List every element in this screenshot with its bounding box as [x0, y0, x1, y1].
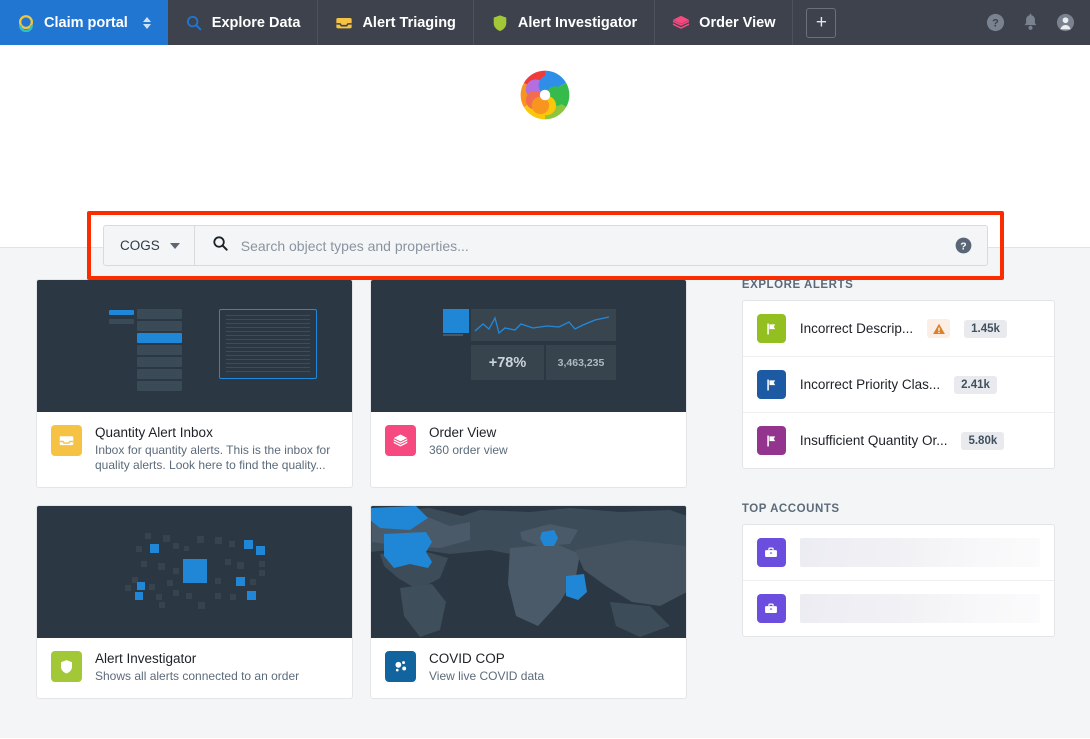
flag-icon: [756, 426, 786, 455]
search-input[interactable]: [240, 237, 942, 254]
tab-label: Claim portal: [44, 14, 128, 31]
card-thumbnail-graph-art: [37, 506, 352, 638]
search-icon: [212, 235, 229, 257]
search-field-wrapper[interactable]: ?: [195, 226, 987, 265]
card-title: Quantity Alert Inbox: [95, 425, 213, 440]
tab-alert-triaging[interactable]: Alert Triaging: [318, 0, 474, 45]
alert-count-badge: 1.45k: [964, 319, 1007, 338]
card-title: COVID COP: [429, 651, 505, 666]
card-description: View live COVID data: [429, 669, 545, 683]
alert-count-badge: 5.80k: [961, 431, 1005, 450]
warning-triangle-icon: [927, 319, 951, 338]
briefcase-icon: [756, 594, 786, 623]
top-navigation-bar: Claim portal Explore Data Alert Triaging…: [0, 0, 1090, 45]
search-scope-dropdown[interactable]: COGS: [104, 226, 195, 265]
right-rail: EXPLORE ALERTS Incorrect Descrip... 1.45…: [741, 279, 1055, 738]
alert-label: Incorrect Priority Clas...: [799, 377, 941, 392]
nav-right-icons: ?: [985, 0, 1076, 45]
tab-label: Explore Data: [211, 14, 301, 31]
card-thumbnail-map-art: [371, 506, 686, 638]
account-row[interactable]: [742, 525, 1054, 581]
card-order-view[interactable]: +78% 3,463,235 Order View 360 order view: [370, 279, 687, 488]
notifications-bell-icon[interactable]: [1020, 12, 1041, 33]
help-icon[interactable]: ?: [985, 12, 1006, 33]
card-covid-cop[interactable]: COVID COP View live COVID data: [370, 505, 687, 699]
inbox-icon: [335, 14, 353, 32]
main-content-area: Quantity Alert Inbox Inbox for quantity …: [0, 248, 1090, 738]
shield-icon: [491, 14, 509, 32]
flag-icon: [756, 314, 786, 343]
alert-label: Incorrect Descrip...: [799, 321, 914, 336]
explore-alerts-heading: EXPLORE ALERTS: [741, 279, 854, 291]
tab-label: Alert Triaging: [362, 14, 456, 31]
tab-label: Order View: [699, 14, 776, 31]
tab-order-view[interactable]: Order View: [655, 0, 794, 45]
alert-label: Insufficient Quantity Or...: [799, 433, 948, 448]
pinwheel-logo-icon: [516, 66, 574, 124]
account-name-redacted: [799, 538, 1040, 567]
alert-row-insufficient-quantity-order[interactable]: Insufficient Quantity Or... 5.80k: [743, 413, 1054, 468]
layers-icon: [385, 425, 416, 456]
card-title: Order View: [429, 425, 497, 440]
application-cards-grid: Quantity Alert Inbox Inbox for quantity …: [36, 279, 703, 738]
alert-row-incorrect-description[interactable]: Incorrect Descrip... 1.45k: [742, 301, 1054, 357]
card-description: Shows all alerts connected to an order: [95, 669, 300, 683]
top-accounts-heading: TOP ACCOUNTS: [741, 503, 840, 515]
account-name-redacted: [799, 594, 1040, 623]
card-description: Inbox for quantity alerts. This is the i…: [95, 443, 331, 472]
search-help-icon[interactable]: ?: [954, 236, 973, 255]
add-tab-button[interactable]: +: [806, 7, 837, 38]
ring-logo-icon: [17, 14, 35, 32]
card-quantity-alert-inbox[interactable]: Quantity Alert Inbox Inbox for quantity …: [36, 279, 353, 488]
tab-explore-data[interactable]: Explore Data: [168, 0, 319, 45]
magnifier-icon: [185, 14, 203, 32]
card-title: Alert Investigator: [95, 651, 197, 666]
explore-alerts-list: Incorrect Descrip... 1.45k Incorrect Pri…: [741, 300, 1055, 469]
card-alert-investigator[interactable]: Alert Investigator Shows all alerts conn…: [36, 505, 353, 699]
molecule-icon: [385, 651, 416, 682]
account-row[interactable]: [743, 581, 1054, 636]
card-description: 360 order view: [429, 443, 508, 457]
alert-row-incorrect-priority-classification[interactable]: Incorrect Priority Clas... 2.41k: [742, 357, 1054, 413]
chevron-down-icon: [169, 242, 180, 249]
search-bar[interactable]: COGS ?: [103, 225, 988, 266]
thumbnail-stat-percent: +78%: [471, 345, 544, 380]
rail-spacer: [742, 469, 1055, 503]
inbox-icon: [51, 425, 82, 456]
tab-label: Alert Investigator: [517, 14, 638, 31]
search-scope-label: COGS: [120, 238, 160, 253]
card-thumbnail-chart-art: +78% 3,463,235: [371, 280, 686, 412]
thumbnail-stat-value: 3,463,235: [546, 345, 616, 380]
svg-text:?: ?: [960, 241, 966, 252]
briefcase-icon: [756, 538, 786, 567]
chevron-updown-icon[interactable]: [142, 16, 151, 29]
alert-count-badge: 2.41k: [954, 375, 997, 394]
tab-claim-portal[interactable]: Claim portal: [0, 0, 168, 45]
flag-icon: [756, 370, 786, 399]
shield-icon: [51, 651, 82, 682]
tab-alert-investigator[interactable]: Alert Investigator: [474, 0, 656, 45]
svg-text:?: ?: [992, 18, 999, 30]
hero-search-section: COGS ?: [0, 45, 1090, 280]
card-thumbnail-inbox-art: [37, 280, 352, 412]
user-avatar-icon[interactable]: [1055, 12, 1076, 33]
layers-icon: [672, 14, 690, 32]
top-accounts-list: [741, 524, 1055, 637]
